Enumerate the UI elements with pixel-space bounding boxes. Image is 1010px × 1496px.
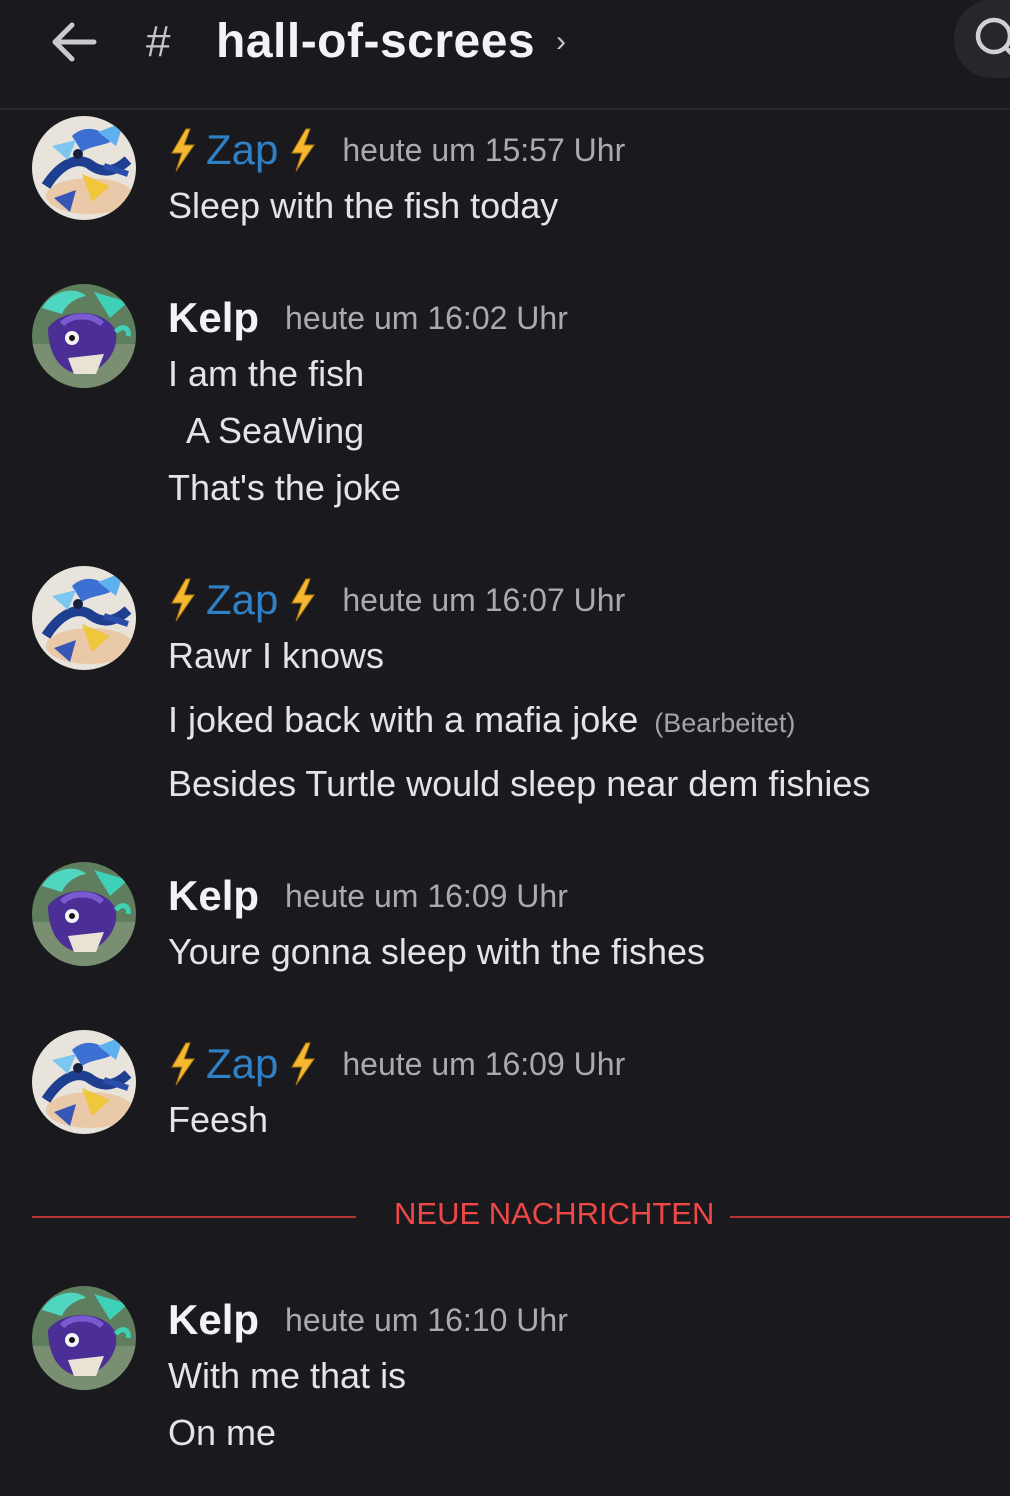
lightning-bolt-icon <box>291 1042 315 1086</box>
channel-hash-icon: # <box>146 17 171 66</box>
chevron-right-icon[interactable]: › <box>556 22 566 62</box>
search-button[interactable] <box>954 0 1010 78</box>
message-author[interactable]: Zap <box>206 126 278 174</box>
message-text: Feesh <box>168 1099 269 1140</box>
message-timestamp: heute um 16:10 Uhr <box>285 1301 568 1338</box>
message-text-edited: I joked back with a mafia joke (Bearbeit… <box>168 698 795 745</box>
message-author[interactable]: Kelp <box>168 1296 259 1344</box>
lightning-bolt-icon <box>291 578 315 622</box>
back-button[interactable] <box>46 14 102 70</box>
channel-header: # hall-of-screes › <box>0 0 1010 110</box>
message-text: I am the fish <box>168 353 365 394</box>
search-icon <box>975 17 1010 56</box>
message-author[interactable]: Zap <box>206 576 278 624</box>
message-timestamp: heute um 16:09 Uhr <box>342 1045 626 1082</box>
message-text: Sleep with the fish today <box>168 185 559 226</box>
message-author[interactable]: Kelp <box>168 294 259 342</box>
arrow-left-icon <box>52 22 97 62</box>
lightning-bolt-icon <box>171 578 195 622</box>
channel-title[interactable]: hall-of-screes <box>216 12 535 72</box>
message-author[interactable]: Zap <box>206 1040 278 1088</box>
avatar[interactable] <box>32 862 136 966</box>
message-text: With me that is <box>168 1355 407 1396</box>
lightning-bolt-icon <box>171 1042 195 1086</box>
new-messages-label: NEUE NACHRICHTEN <box>378 1196 731 1232</box>
edited-label: (Bearbeitet) <box>654 708 796 738</box>
message-text: On me <box>168 1412 277 1453</box>
message-timestamp: heute um 16:02 Uhr <box>285 299 568 336</box>
message-text: Youre gonna sleep with the fishes <box>168 931 706 972</box>
message-text: That's the joke <box>168 467 401 508</box>
avatar[interactable] <box>32 116 136 220</box>
avatar[interactable] <box>32 284 136 388</box>
message-timestamp: heute um 15:57 Uhr <box>342 131 626 168</box>
message-timestamp: heute um 16:07 Uhr <box>342 581 626 618</box>
avatar[interactable] <box>32 1030 136 1134</box>
lightning-bolt-icon <box>171 128 195 172</box>
lightning-bolt-icon <box>291 128 315 172</box>
message-timestamp: heute um 16:09 Uhr <box>285 877 568 914</box>
new-messages-divider: NEUE NACHRICHTEN <box>32 1192 1010 1240</box>
message-text: I joked back with a mafia joke <box>168 699 639 740</box>
message-text: Besides Turtle would sleep near dem fish… <box>168 763 871 804</box>
avatar[interactable] <box>32 566 136 670</box>
message-text: Rawr I knows <box>168 635 385 676</box>
avatar[interactable] <box>32 1286 136 1390</box>
message-text: A SeaWing <box>168 410 365 451</box>
message-author[interactable]: Kelp <box>168 872 259 920</box>
